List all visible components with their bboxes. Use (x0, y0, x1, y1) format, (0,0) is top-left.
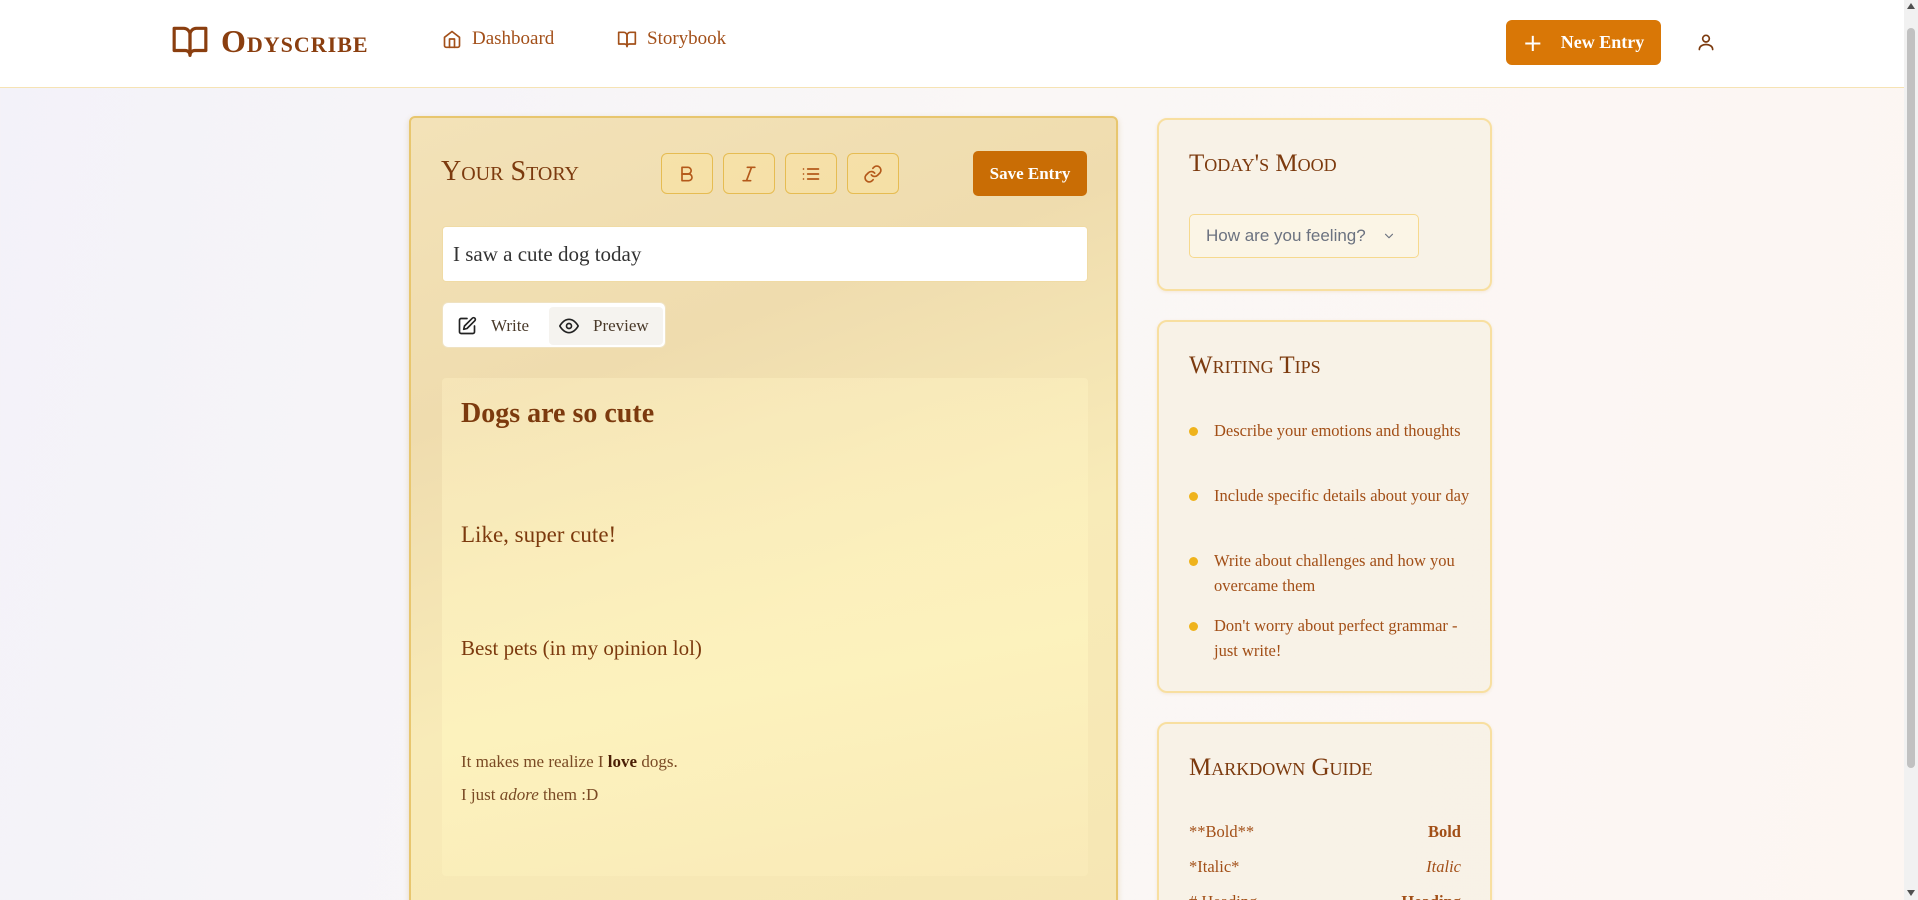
write-preview-toggle: Write Preview (442, 302, 666, 348)
tip-item: Write about challenges and how you overc… (1189, 548, 1479, 598)
mood-title: Today's Mood (1189, 150, 1337, 177)
home-icon (443, 30, 461, 49)
preview-heading-3: Best pets (in my opinion lol) (461, 636, 702, 660)
markdown-guide-card: Markdown Guide **Bold** Bold *Italic* Ital… (1157, 722, 1492, 900)
tips-title: Writing Tips (1189, 352, 1321, 379)
tip-item: Include specific details about your day (1189, 483, 1479, 508)
preview-text: dogs. (637, 752, 678, 771)
bullet-dot-icon (1189, 492, 1198, 501)
preview-text: It makes me realize I (461, 752, 608, 771)
top-header: Odyscribe Dashboard Storybook + New Entr… (0, 0, 1904, 88)
nav-storybook[interactable]: Storybook (617, 28, 726, 50)
mood-card: Today's Mood How are you feeling? (1157, 118, 1492, 291)
nav-dashboard-label: Dashboard (472, 28, 555, 49)
tip-text: Describe your emotions and thoughts (1214, 421, 1461, 440)
book-open-icon (617, 31, 637, 48)
preview-heading-2: Like, super cute! (461, 522, 617, 547)
preview-text: I just (461, 785, 500, 804)
nav-dashboard[interactable]: Dashboard (442, 28, 554, 50)
editor-title: Your Story (441, 156, 579, 187)
brand-name: Odyscribe (221, 22, 369, 59)
user-icon[interactable] (1696, 32, 1716, 52)
preview-heading-1: Dogs are so cute (461, 398, 655, 429)
guide-result: Bold (1427, 822, 1461, 841)
guide-syntax: # Heading (1189, 892, 1257, 900)
brand-logo[interactable]: Odyscribe (171, 22, 369, 60)
link-icon (864, 164, 882, 183)
preview-bold-text: love (607, 752, 638, 771)
markdown-preview: Dogs are so cute Like, super cute! Best … (442, 378, 1088, 876)
tip-text: Don't worry about perfect grammar - just… (1214, 616, 1458, 660)
preview-paragraph-1: It makes me realize I love dogs. (461, 752, 678, 772)
guide-title: Markdown Guide (1189, 754, 1373, 781)
preview-tab-label: Preview (593, 316, 649, 335)
guide-row: *Italic* Italic (1189, 857, 1461, 877)
bullet-dot-icon (1189, 622, 1198, 631)
link-button[interactable] (847, 153, 899, 194)
book-logo-icon (172, 26, 208, 57)
tip-text: Include specific details about your day (1214, 486, 1470, 505)
eye-icon (559, 318, 579, 334)
preview-italic-text: adore (499, 785, 539, 804)
chevron-down-icon (1384, 233, 1394, 239)
tip-item: Describe your emotions and thoughts (1189, 418, 1479, 443)
bullet-dot-icon (1189, 557, 1198, 566)
write-tab[interactable]: Write (457, 307, 529, 345)
guide-result: Italic (1426, 857, 1461, 876)
bold-button[interactable] (661, 153, 713, 194)
italic-icon (742, 166, 756, 181)
tip-item: Don't worry about perfect grammar - just… (1189, 613, 1479, 663)
writing-tips-card: Writing Tips Describe your emotions and … (1157, 320, 1492, 693)
list-button[interactable] (785, 153, 837, 194)
edit-icon (458, 316, 477, 335)
tip-text: Write about challenges and how you overc… (1214, 551, 1455, 595)
scroll-up-arrow-icon[interactable] (1907, 3, 1915, 9)
guide-row: # Heading Heading (1189, 892, 1461, 900)
guide-syntax: **Bold** (1189, 822, 1255, 841)
scroll-down-arrow-icon[interactable] (1907, 890, 1915, 896)
page-scrollbar[interactable] (1904, 0, 1918, 900)
preview-paragraph-2: I just adore them :D (461, 785, 598, 805)
nav-storybook-label: Storybook (647, 28, 727, 49)
story-editor-card: Your Story Save Entry Write (409, 116, 1118, 900)
entry-title-input[interactable] (442, 226, 1088, 282)
save-entry-button[interactable]: Save Entry (973, 151, 1087, 196)
list-icon (802, 167, 820, 180)
guide-row: **Bold** Bold (1189, 822, 1461, 842)
new-entry-button[interactable]: + New Entry (1506, 20, 1661, 65)
bullet-dot-icon (1189, 427, 1198, 436)
bold-icon (681, 166, 693, 181)
preview-tab[interactable]: Preview (549, 307, 663, 345)
plus-icon: + (1522, 28, 1543, 57)
guide-result: Heading (1401, 892, 1461, 900)
mood-select-placeholder: How are you feeling? (1206, 226, 1366, 245)
scroll-thumb[interactable] (1907, 28, 1915, 768)
preview-text: them :D (538, 785, 599, 804)
italic-button[interactable] (723, 153, 775, 194)
new-entry-label: New Entry (1560, 32, 1645, 52)
write-tab-label: Write (491, 316, 530, 335)
mood-select[interactable]: How are you feeling? (1189, 214, 1419, 258)
guide-syntax: *Italic* (1189, 857, 1240, 876)
